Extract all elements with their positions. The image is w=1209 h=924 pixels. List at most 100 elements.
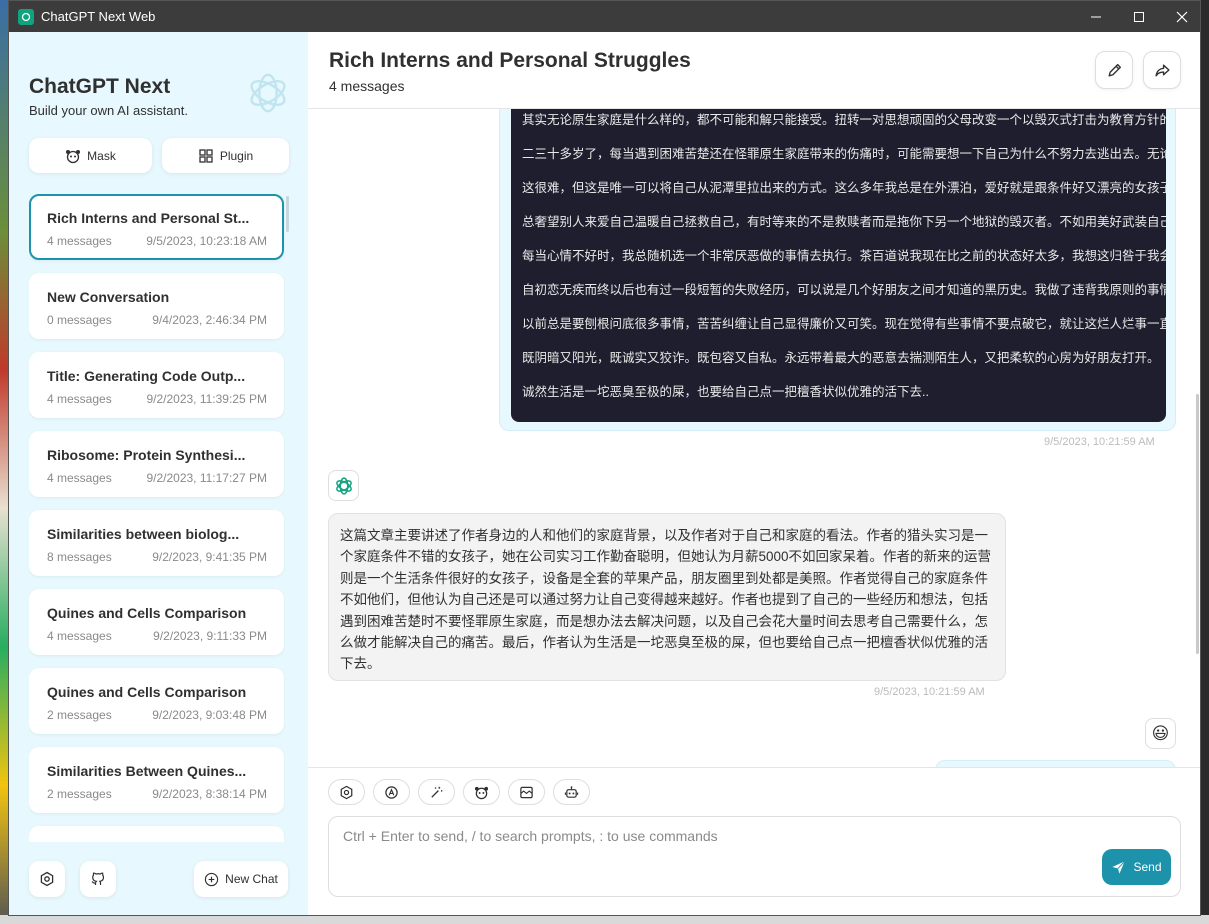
code-block: 其实无论原生家庭是什么样的，都不可能和解只能接受。扭转一对思想顽固的父母改变一个… (511, 109, 1166, 422)
send-button[interactable]: Send (1102, 849, 1171, 885)
app-window: ChatGPT Next Web ChatGPT Next Build your… (8, 0, 1201, 916)
chat-item[interactable]: Similarities Between Quines... 2 messages… (29, 747, 284, 813)
code-line: 这很难，但这是唯一可以将自己从泥潭里拉出来的方式。这么多年我总是在外漂泊，爱好就… (522, 181, 1166, 195)
user-message (935, 760, 1176, 767)
message-scrollbar[interactable] (1196, 394, 1199, 654)
send-icon (1112, 860, 1126, 874)
auto-theme-icon (385, 785, 398, 799)
chat-item[interactable]: New Conversation 0 messages 9/4/2023, 2:46… (29, 273, 284, 339)
chat-main: Rich Interns and Personal Struggles 4 me… (308, 32, 1200, 915)
chat-item[interactable]: Similarities between biolog... 8 messages… (29, 510, 284, 576)
chat-item[interactable]: Quines and Cells Comparison 4 messages 9/2… (29, 589, 284, 655)
mask-icon (474, 786, 489, 799)
pencil-icon (1107, 63, 1121, 77)
chat-item-count: 8 messages (47, 550, 112, 564)
magic-wand-icon (431, 786, 443, 798)
chat-item-count: 4 messages (47, 392, 112, 406)
maximize-icon (1133, 11, 1144, 22)
message-list: 其实无论原生家庭是什么样的，都不可能和解只能接受。扭转一对思想顽固的父母改变一个… (308, 109, 1200, 767)
prompt-button[interactable] (418, 779, 455, 805)
share-button[interactable] (1143, 51, 1181, 89)
chat-input-box: Send (328, 816, 1181, 897)
chat-item-title: Rich Interns and Personal St... (47, 210, 250, 226)
chat-item[interactable]: Ribosome: Protein Synthesi... 4 messages 9… (29, 431, 284, 497)
sidebar: ChatGPT Next Build your own AI assistant… (9, 32, 308, 915)
code-line: 既阴暗又阳光，既诚实又狡诈。既包容又自私。永远带着最大的恶意去揣测陌生人，又把柔… (522, 351, 1160, 365)
user-message: 其实无论原生家庭是什么样的，都不可能和解只能接受。扭转一对思想顽固的父母改变一个… (499, 109, 1176, 431)
chat-item[interactable]: Title: Generating Code Outp... 4 messages… (29, 352, 284, 418)
code-line: 二三十多岁了，每当遇到困难苦楚还在怪罪原生家庭带来的伤痛时，可能需要想一下自己为… (522, 147, 1166, 161)
user-avatar: 😃 (1145, 718, 1176, 749)
close-button[interactable] (1161, 1, 1200, 32)
user-message-date: 9/5/2023, 10:21:59 AM (1044, 436, 1155, 448)
masks-button[interactable] (463, 779, 500, 805)
chat-item[interactable] (29, 826, 284, 842)
plugin-icon (199, 148, 213, 163)
code-line: 自初恋无疾而终以后也有过一段短暂的失败经历，可以说是几个好朋友之间才知道的黑历史… (522, 283, 1166, 297)
chat-item-date: 9/4/2023, 2:46:34 PM (152, 313, 267, 327)
sidebar-title: ChatGPT Next (29, 75, 171, 98)
chat-item-title: Quines and Cells Comparison (47, 684, 247, 700)
openai-logo-icon (250, 73, 286, 113)
new-chat-button[interactable]: New Chat (194, 861, 288, 897)
chat-message-count: 4 messages (329, 78, 405, 94)
mask-button[interactable]: Mask (29, 138, 152, 173)
openai-logo-icon (335, 476, 352, 495)
chat-item-count: 4 messages (47, 234, 112, 248)
chat-list-scrollbar[interactable] (286, 196, 289, 232)
desktop-background (0, 0, 8, 924)
chat-item[interactable]: Rich Interns and Personal St... 4 message… (29, 194, 284, 260)
chat-list: Rich Interns and Personal St... 4 message… (29, 194, 285, 842)
chat-item-date: 9/2/2023, 9:03:48 PM (152, 708, 267, 722)
settings-button[interactable] (29, 861, 65, 897)
settings-icon (40, 871, 54, 887)
chat-input[interactable] (329, 817, 1089, 896)
input-panel: Send (308, 767, 1200, 915)
chat-item-title: Ribosome: Protein Synthesi... (47, 447, 246, 463)
code-line: 每当心情不好时，我总随机选一个非常厌恶做的事情去执行。茶百道说我现在比之前的状态… (522, 249, 1166, 263)
chat-item-title: Title: Generating Code Outp... (47, 368, 246, 384)
chat-item-date: 9/2/2023, 11:39:25 PM (146, 392, 267, 406)
bot-message: 这篇文章主要讲述了作者身边的人和他们的家庭背景，以及作者对于自己和家庭的看法。作… (328, 513, 1006, 681)
sidebar-subtitle: Build your own AI assistant. (29, 103, 188, 118)
chat-item-title: Similarities Between Quines... (47, 763, 247, 779)
plugin-button[interactable]: Plugin (162, 138, 289, 173)
github-button[interactable] (80, 861, 116, 897)
share-icon (1154, 63, 1170, 77)
minimize-icon (1090, 16, 1101, 17)
chat-title[interactable]: Rich Interns and Personal Struggles (329, 49, 691, 73)
settings-icon (340, 785, 353, 799)
code-line: 以前总是要刨根问底很多事情，苦苦纠缠让自己显得廉价又可笑。现在觉得有些事情不要点… (522, 317, 1166, 331)
clear-context-button[interactable] (508, 779, 545, 805)
app-logo-icon (18, 8, 34, 25)
maximize-button[interactable] (1118, 1, 1159, 32)
chat-item-date: 9/5/2023, 10:23:18 AM (146, 234, 267, 248)
chat-item-title: Similarities between biolog... (47, 526, 240, 542)
close-icon (1176, 11, 1187, 22)
chat-header: Rich Interns and Personal Struggles 4 me… (308, 32, 1200, 109)
theme-button[interactable] (373, 779, 410, 805)
model-button[interactable] (553, 779, 590, 805)
chat-item-count: 2 messages (47, 787, 112, 801)
chat-item[interactable]: Quines and Cells Comparison 2 messages 9/2… (29, 668, 284, 734)
code-line: 诚然生活是一坨恶臭至极的屎，也要给自己点一把檀香状似优雅的活下去.. (522, 385, 929, 399)
code-line: 其实无论原生家庭是什么样的，都不可能和解只能接受。扭转一对思想顽固的父母改变一个… (522, 113, 1166, 127)
github-icon (91, 872, 105, 885)
minimize-button[interactable] (1075, 1, 1116, 32)
bot-message-date: 9/5/2023, 10:21:59 AM (874, 686, 985, 698)
chat-item-date: 9/2/2023, 11:17:27 PM (146, 471, 267, 485)
robot-icon (564, 785, 579, 798)
chat-settings-button[interactable] (328, 779, 365, 805)
bot-avatar (328, 470, 359, 501)
plugin-label: Plugin (219, 148, 254, 163)
titlebar: ChatGPT Next Web (9, 1, 1200, 32)
chat-item-date: 9/2/2023, 8:38:14 PM (152, 787, 267, 801)
chat-item-count: 4 messages (47, 629, 112, 643)
mask-icon (66, 149, 81, 163)
mask-label: Mask (87, 148, 116, 163)
edit-button[interactable] (1095, 51, 1133, 89)
add-icon (205, 872, 219, 886)
chat-item-count: 4 messages (47, 471, 112, 485)
chat-item-date: 9/2/2023, 9:41:35 PM (152, 550, 267, 564)
code-line: 总奢望别人来爱自己温暖自己拯救自己，有时等来的不是救赎者而是拖你下另一个地狱的毁… (522, 215, 1166, 229)
